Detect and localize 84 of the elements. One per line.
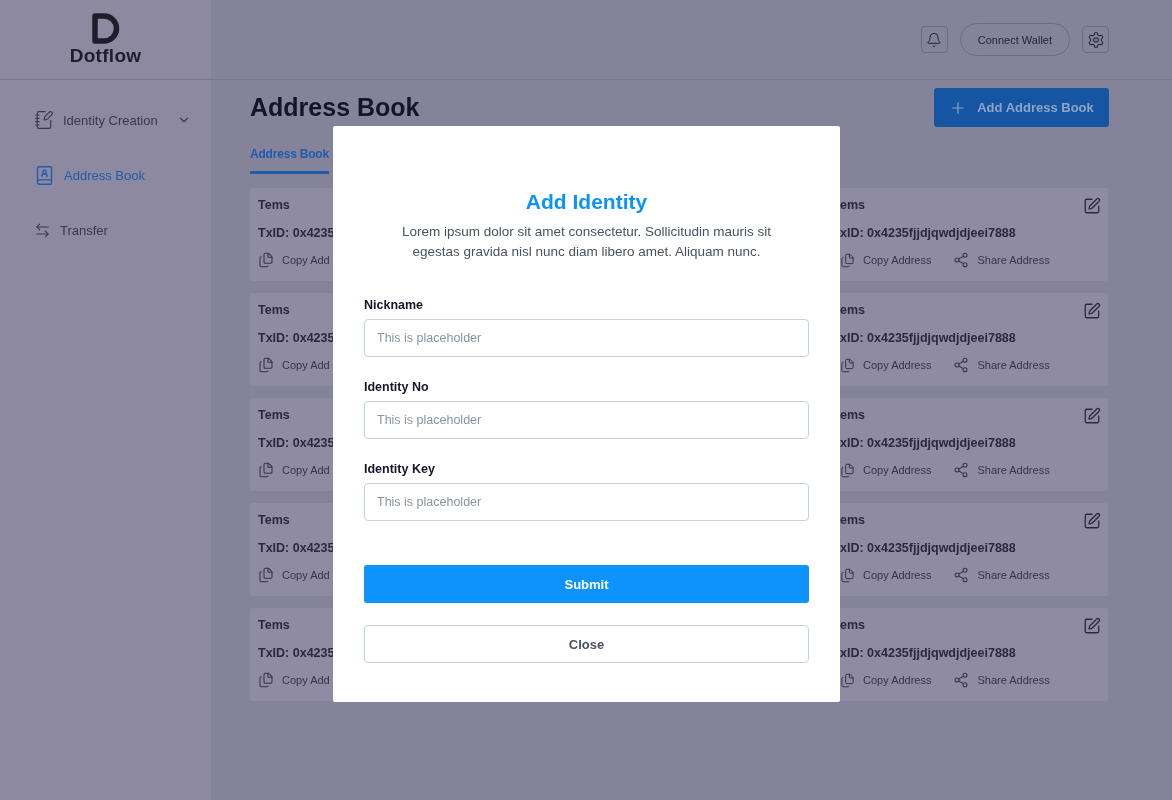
card-name: ems (840, 408, 866, 424)
copy-address-link[interactable]: Copy Add (258, 252, 330, 268)
contact-book-icon (34, 164, 55, 186)
field-label: Nickname (364, 298, 425, 312)
tx-id: TxID: 0x4235 (258, 541, 335, 555)
settings-button[interactable] (1082, 26, 1109, 53)
input-field[interactable]: This is placeholder (364, 401, 809, 439)
notebook-icon (34, 110, 54, 130)
field-label: Identity Key (364, 462, 436, 476)
add-address-book-button[interactable]: Add Address Book (934, 88, 1109, 127)
tx-id: TxID: 0x4235 (258, 331, 335, 345)
card-name: ems (840, 618, 866, 634)
field-label: Identity No (364, 380, 430, 394)
edit-icon (1083, 617, 1101, 635)
notification-button[interactable] (920, 26, 948, 53)
dialog-description: Lorem ipsum dolor sit amet consectetur. Sollicitudin mauris sit egestas gravida nisl nunc diam libero amet. Aliquam nunc. (400, 223, 773, 261)
tx-id: xID: 0x4235fjjdjqwdjdjeei7888 (840, 646, 1016, 660)
share-address-link[interactable]: Share Address (953, 462, 1050, 478)
sidebar-item[interactable]: Identity Creation (34, 108, 211, 132)
logo-icon (90, 12, 121, 44)
edit-icon (1083, 512, 1101, 530)
tx-id: xID: 0x4235fjjdjqwdjdjeei7888 (840, 436, 1016, 450)
tx-id: xID: 0x4235fjjdjqwdjdjeei7888 (840, 331, 1016, 345)
copy-icon (258, 252, 274, 268)
copy-icon (840, 357, 855, 373)
dialog-title: Add Identity (524, 190, 649, 214)
edit-button[interactable] (1083, 407, 1101, 425)
settings-icon (1086, 30, 1105, 49)
share-icon (953, 567, 970, 583)
share-icon (953, 672, 970, 688)
card-name: Tems (258, 618, 290, 634)
copy-icon (258, 567, 274, 583)
copy-address-link[interactable]: Copy Address (840, 357, 932, 373)
share-address-link[interactable]: Share Address (953, 672, 1050, 688)
submit-button[interactable]: Submit (364, 565, 809, 603)
card-name: Tems (258, 513, 290, 529)
share-address-link[interactable]: Share Address (953, 252, 1050, 268)
edit-button[interactable] (1083, 617, 1101, 635)
tx-id: xID: 0x4235fjjdjqwdjdjeei7888 (840, 226, 1016, 240)
edit-button[interactable] (1083, 197, 1101, 215)
share-icon (953, 252, 970, 268)
card-name: Tems (258, 408, 290, 424)
edit-button[interactable] (1083, 302, 1101, 320)
sidebar-item[interactable]: Address Book (34, 163, 211, 187)
copy-address-link[interactable]: Copy Address (840, 567, 932, 583)
copy-address-link[interactable]: Copy Add (258, 672, 330, 688)
tx-id: TxID: 0x4235 (258, 436, 335, 450)
card-name: Tems (258, 303, 290, 319)
card-name: ems (840, 198, 866, 214)
share-address-link[interactable]: Share Address (953, 357, 1050, 373)
sidebar-item[interactable]: Transfer (34, 218, 211, 242)
copy-icon (258, 357, 274, 373)
edit-icon (1083, 407, 1101, 425)
edit-button[interactable] (1083, 512, 1101, 530)
edit-icon (1083, 197, 1101, 215)
copy-address-link[interactable]: Copy Add (258, 357, 330, 373)
card-name: ems (840, 303, 866, 319)
share-icon (953, 462, 970, 478)
copy-icon (840, 672, 855, 688)
input-field[interactable]: This is placeholder (364, 319, 809, 357)
page-title: Address Book (250, 93, 420, 122)
share-address-link[interactable]: Share Address (953, 567, 1050, 583)
copy-address-link[interactable]: Copy Address (840, 672, 932, 688)
tx-id: TxID: 0x4235 (258, 226, 335, 240)
bell-icon (926, 31, 943, 48)
tx-id: xID: 0x4235fjjdjqwdjdjeei7888 (840, 541, 1016, 555)
copy-address-link[interactable]: Copy Add (258, 567, 330, 583)
copy-icon (258, 672, 274, 688)
tx-id: TxID: 0x4235 (258, 646, 335, 660)
copy-address-link[interactable]: Copy Address (840, 462, 932, 478)
share-icon (953, 357, 970, 373)
card-name: Tems (258, 198, 290, 214)
edit-icon (1083, 302, 1101, 320)
input-field[interactable]: This is placeholder (364, 483, 809, 521)
card-name: ems (840, 513, 866, 529)
copy-icon (840, 462, 855, 478)
copy-icon (840, 567, 855, 583)
transfer-icon (34, 221, 51, 239)
copy-address-link[interactable]: Copy Add (258, 462, 330, 478)
close-button[interactable]: Close (364, 625, 809, 663)
brand-name: Dotflow (69, 44, 142, 67)
copy-icon (840, 252, 855, 268)
copy-icon (258, 462, 274, 478)
copy-address-link[interactable]: Copy Address (840, 252, 932, 268)
